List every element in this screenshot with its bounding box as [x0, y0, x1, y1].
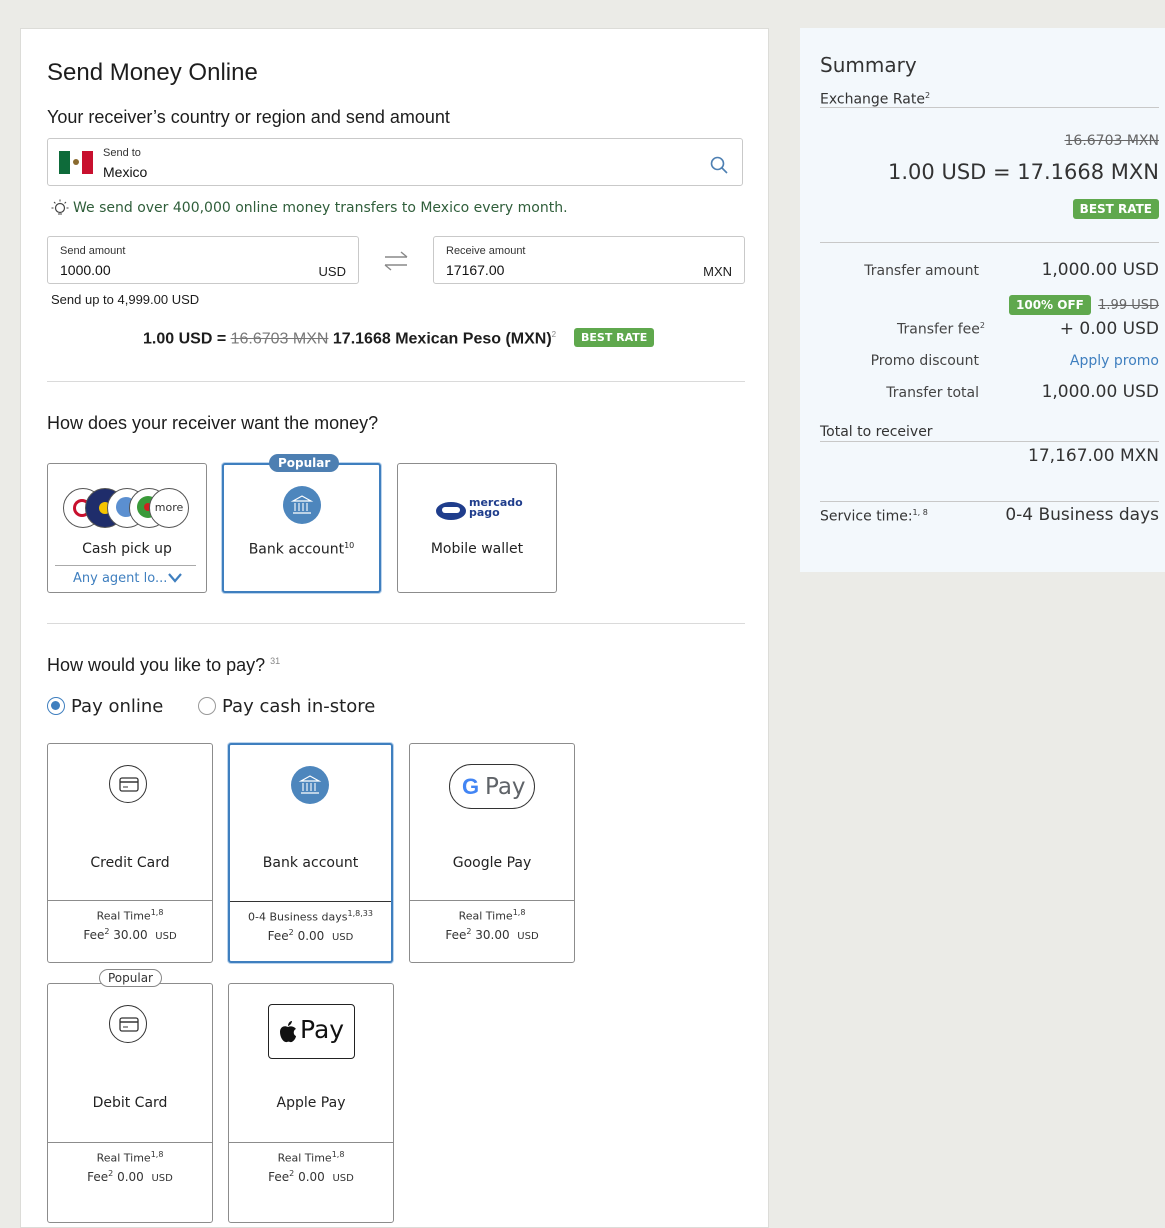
old-fee: 1.99 USD — [1098, 298, 1159, 313]
best-rate-badge: BEST RATE — [574, 328, 655, 347]
divider — [820, 441, 1159, 442]
summary-title: Summary — [820, 53, 917, 77]
send-limit: Send up to 4,999.00 USD — [51, 292, 200, 307]
debit-card-label: Debit Card — [92, 1095, 168, 1111]
info-text: We send over 400,000 online money transf… — [73, 200, 568, 216]
bank-account-receive-tile[interactable]: Bank account10 — [222, 463, 381, 593]
swap-arrows-icon[interactable] — [383, 251, 409, 271]
google-pay-footer: Real Time1,8 Fee2 30.00 USD — [410, 900, 574, 962]
promo-discount-label: Promo discount — [870, 353, 979, 369]
cash-pickup-label: Cash pick up — [82, 541, 172, 557]
google-pay-label: Google Pay — [452, 855, 532, 871]
transfer-fee-value: + 0.00 USD — [1059, 319, 1159, 339]
credit-card-label: Credit Card — [90, 855, 170, 871]
pay-online-radio[interactable] — [47, 697, 65, 715]
receive-method-heading: How does your receiver want the money? — [47, 413, 379, 433]
summary-rate: 1.00 USD = 17.1668 MXN — [888, 160, 1159, 184]
bank-account-pay-footer: 0-4 Business days1,8,33 Fee2 0.00 USD — [230, 901, 391, 961]
summary-best-rate-badge: BEST RATE — [1072, 199, 1159, 219]
more-agents: more — [149, 488, 189, 528]
mercado-pago-logo: mercado pago — [436, 497, 526, 524]
google-pay-logo-icon: G Pay — [449, 764, 535, 809]
divider — [820, 501, 1159, 502]
popular-badge: Popular — [269, 454, 340, 472]
transfer-total-label: Transfer total — [886, 385, 979, 401]
receive-amount-value: 17167.00 — [446, 262, 505, 278]
mobile-wallet-label: Mobile wallet — [430, 541, 524, 557]
send-amount-field[interactable]: Send amount 1000.00 USD — [47, 236, 359, 284]
bank-icon — [283, 486, 321, 524]
pay-heading: How would you like to pay? 31 — [47, 655, 281, 675]
google-pay-tile[interactable]: G Pay Google Pay Real Time1,8 Fee2 30.00… — [409, 743, 575, 963]
apple-pay-footer: Real Time1,8 Fee2 0.00 USD — [229, 1142, 393, 1223]
credit-card-icon — [109, 765, 147, 803]
transfer-amount-value: 1,000.00 USD — [1041, 260, 1159, 280]
credit-card-footer: Real Time1,8 Fee2 30.00 USD — [48, 900, 212, 962]
debit-card-icon — [109, 1005, 147, 1043]
bank-account-pay-tile[interactable]: Bank account 0-4 Business days1,8,33 Fee… — [228, 743, 393, 963]
agent-location-select[interactable]: Any agent lo... — [73, 571, 167, 586]
send-to-value: Mexico — [103, 164, 148, 180]
receiver-total-label: Total to receiver — [820, 424, 933, 440]
send-money-panel: Send Money Online Your receiver’s countr… — [20, 28, 769, 1228]
send-amount-label: Send amount — [60, 245, 126, 257]
divider — [47, 381, 745, 382]
rate-line: 1.00 USD = 16.6703 MXN 17.1668 Mexican P… — [143, 330, 556, 348]
send-to-label: Send to — [103, 147, 141, 159]
summary-panel: Summary Exchange Rate2 16.6703 MXN 1.00 … — [800, 28, 1165, 572]
pay-cash-label[interactable]: Pay cash in-store — [222, 696, 375, 717]
apple-pay-logo-icon: Pay — [268, 1004, 355, 1059]
send-to-field[interactable]: Send to Mexico — [47, 138, 743, 186]
apple-pay-tile[interactable]: Pay Apple Pay Real Time1,8 Fee2 0.00 USD — [228, 983, 394, 1223]
service-time-value: 0-4 Business days — [1005, 505, 1159, 525]
transfer-total-value: 1,000.00 USD — [1041, 382, 1159, 402]
page-title: Send Money Online — [47, 59, 258, 86]
receiver-heading: Your receiver’s country or region and se… — [47, 107, 450, 127]
mexico-flag-icon — [59, 151, 93, 174]
pay-online-label[interactable]: Pay online — [71, 696, 163, 717]
receiver-total-value: 17,167.00 MXN — [1028, 446, 1159, 466]
debit-card-footer: Real Time1,8 Fee2 0.00 USD — [48, 1142, 212, 1223]
transfer-amount-label: Transfer amount — [864, 263, 979, 279]
popular-badge: Popular — [99, 969, 162, 987]
divider — [55, 565, 196, 566]
receive-amount-field[interactable]: Receive amount 17167.00 MXN — [433, 236, 745, 284]
lightbulb-icon — [51, 199, 69, 215]
receive-currency: MXN — [703, 264, 732, 279]
send-amount-value: 1000.00 — [60, 262, 111, 278]
receive-amount-label: Receive amount — [446, 245, 526, 257]
divider — [820, 242, 1159, 243]
apply-promo-link[interactable]: Apply promo — [1070, 353, 1159, 369]
summary-old-rate: 16.6703 MXN — [1064, 133, 1160, 149]
bank-account-pay-label: Bank account — [262, 855, 359, 871]
send-currency: USD — [318, 264, 346, 279]
divider — [47, 623, 745, 624]
search-icon[interactable] — [710, 156, 728, 174]
credit-card-tile[interactable]: Credit Card Real Time1,8 Fee2 30.00 USD — [47, 743, 213, 963]
exchange-rate-label: Exchange Rate2 — [820, 91, 931, 108]
agent-logos: more — [63, 488, 191, 528]
apple-pay-label: Apple Pay — [276, 1095, 346, 1111]
mobile-wallet-tile[interactable]: mercado pago Mobile wallet — [397, 463, 557, 593]
rate-old: 16.6703 MXN — [230, 330, 329, 348]
rate-new: 17.1668 Mexican Peso (MXN) — [332, 330, 552, 348]
chevron-down-icon[interactable] — [168, 573, 182, 583]
rate-sup: 2 — [551, 330, 557, 339]
pay-cash-radio[interactable] — [198, 697, 216, 715]
bank-icon — [291, 766, 329, 804]
discount-badge: 100% OFF — [1009, 295, 1091, 315]
debit-card-tile[interactable]: Debit Card Real Time1,8 Fee2 0.00 USD — [47, 983, 213, 1223]
bank-account-receive-label: Bank account10 — [248, 541, 355, 558]
transfer-fee-label: Transfer fee2 — [897, 321, 985, 338]
service-time-label: Service time:1, 8 — [820, 508, 928, 525]
rate-prefix: 1.00 USD = — [143, 330, 227, 348]
cash-pickup-tile[interactable]: more Cash pick up Any agent lo... — [47, 463, 207, 593]
divider — [820, 107, 1159, 108]
